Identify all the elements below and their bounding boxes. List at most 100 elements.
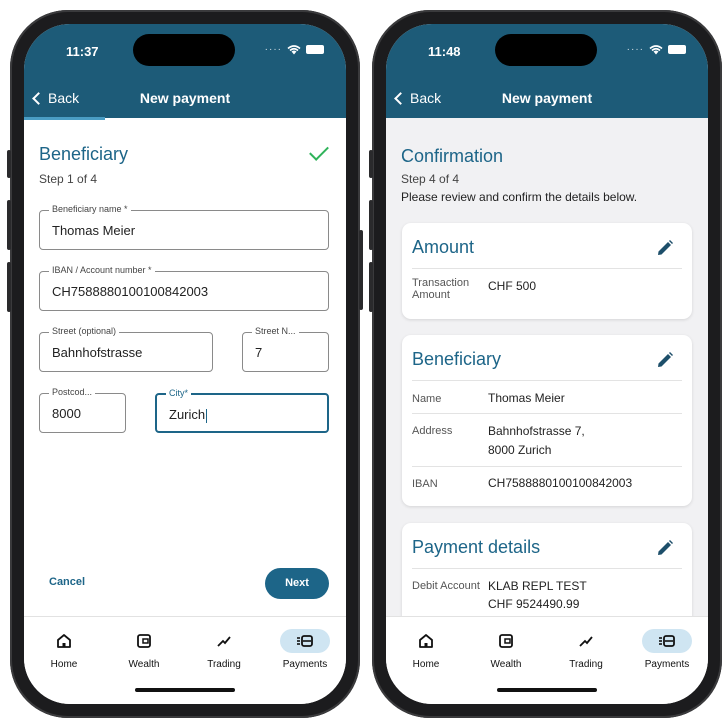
phone-left: 11:37 ···· Back New payment Beneficiary … <box>7 10 363 718</box>
tab-wealth[interactable]: Wealth <box>472 629 540 670</box>
dynamic-island <box>133 34 235 66</box>
divider <box>412 380 682 381</box>
street-label: Street (optional) <box>49 326 120 336</box>
volume-up-button <box>7 200 11 250</box>
street-number-value: 7 <box>255 345 263 360</box>
address-line-2: 8000 Zurich <box>488 443 552 457</box>
transaction-amount-label: Transaction Amount <box>412 277 470 301</box>
tab-label: Trading <box>569 659 603 670</box>
card-title: Payment details <box>412 537 541 557</box>
edit-payment-details-icon[interactable] <box>656 539 674 557</box>
name-label: Name <box>412 393 442 405</box>
dynamic-island <box>495 34 597 66</box>
payments-icon <box>642 629 692 653</box>
edit-beneficiary-icon[interactable] <box>656 351 674 369</box>
battery-icon <box>306 45 324 54</box>
tab-payments[interactable]: Payments <box>271 629 339 670</box>
app-header: 11:48 ···· Back New payment <box>386 24 708 118</box>
city-value-wrap: Zurich <box>169 407 208 423</box>
debit-account-label: Debit Account <box>412 580 480 592</box>
payments-icon <box>280 629 330 653</box>
address-line-1: Bahnhofstrasse 7, <box>488 424 585 438</box>
divider <box>412 413 682 414</box>
app-header: 11:37 ···· Back New payment <box>24 24 346 120</box>
home-indicator <box>497 688 597 692</box>
card-title: Amount <box>412 237 475 257</box>
iban-value: CH7588880100100842003 <box>52 284 209 299</box>
signal-icon: ···· <box>264 44 282 55</box>
tab-label: Payments <box>282 659 328 670</box>
volume-down-button <box>7 262 11 312</box>
step-title: Confirmation <box>401 146 504 166</box>
screen-beneficiary-step: 11:37 ···· Back New payment Beneficiary … <box>24 24 346 704</box>
card-title: Beneficiary <box>412 349 502 369</box>
street-number-label: Street N... <box>252 326 299 336</box>
tab-label: Home <box>50 659 78 670</box>
tab-wealth[interactable]: Wealth <box>110 629 178 670</box>
volume-down-button <box>369 262 373 312</box>
transaction-amount-value: CHF 500 <box>488 279 537 293</box>
divider <box>412 268 682 269</box>
tab-label: Home <box>412 659 440 670</box>
divider <box>412 466 682 467</box>
home-icon <box>39 629 89 653</box>
postcode-field[interactable]: Postcod... 8000 <box>39 387 126 433</box>
city-field[interactable]: City* Zurich <box>155 388 329 433</box>
beneficiary-name-field[interactable]: Beneficiary name * Thomas Meier <box>39 204 329 250</box>
step-progress-bar <box>24 117 105 120</box>
check-icon <box>309 141 329 161</box>
street-field[interactable]: Street (optional) Bahnhofstrasse <box>39 326 213 372</box>
status-icons: ···· <box>627 44 686 55</box>
status-icons: ···· <box>265 44 324 55</box>
beneficiary-name-value: Thomas Meier <box>52 223 136 238</box>
street-number-field[interactable]: Street N... 7 <box>242 326 329 372</box>
bottom-tab-bar: Home Wealth Trading Payments <box>386 616 708 704</box>
home-icon <box>401 629 451 653</box>
iban-label: IBAN / Account number * <box>49 265 155 275</box>
wallet-icon <box>481 629 531 653</box>
edit-amount-icon[interactable] <box>656 239 674 257</box>
page-title: New payment <box>501 90 593 106</box>
tab-label: Wealth <box>128 659 160 670</box>
mute-switch <box>369 150 373 178</box>
volume-up-button <box>369 200 373 250</box>
debit-account-name: KLAB REPL TEST <box>488 579 587 593</box>
signal-icon: ···· <box>626 44 644 55</box>
wallet-icon <box>119 629 169 653</box>
mute-switch <box>7 150 11 178</box>
text-cursor <box>206 408 208 423</box>
iban-value: CH7588880100100842003 <box>488 476 633 490</box>
beneficiary-name-label: Beneficiary name * <box>49 204 131 214</box>
city-label: City* <box>166 388 192 398</box>
status-time: 11:37 <box>66 44 99 59</box>
divider <box>412 568 682 569</box>
address-label: Address <box>412 425 453 437</box>
wifi-icon <box>649 44 663 54</box>
tab-home[interactable]: Home <box>392 629 460 670</box>
trend-icon <box>199 629 249 653</box>
screen-confirmation-step: 11:48 ···· Back New payment Confirmation… <box>386 24 708 704</box>
power-button <box>359 230 363 310</box>
tab-trading[interactable]: Trading <box>552 629 620 670</box>
phone-right: 11:48 ···· Back New payment Confirmation… <box>369 10 722 718</box>
step-title: Beneficiary <box>39 144 129 164</box>
cancel-button[interactable]: Cancel <box>49 576 85 588</box>
next-button[interactable]: Next <box>265 568 329 599</box>
city-value: Zurich <box>169 407 206 422</box>
tab-home[interactable]: Home <box>30 629 98 670</box>
bottom-tab-bar: Home Wealth Trading Payments <box>24 616 346 704</box>
step-subtitle: Step 4 of 4 <box>401 172 460 186</box>
tab-label: Trading <box>207 659 241 670</box>
step-subtitle: Step 1 of 4 <box>39 172 98 186</box>
tab-label: Payments <box>644 659 690 670</box>
amount-card: Amount Transaction Amount CHF 500 <box>402 223 692 319</box>
iban-label: IBAN <box>412 478 438 490</box>
beneficiary-card: Beneficiary Name Thomas Meier Address Ba… <box>402 335 692 506</box>
name-value: Thomas Meier <box>488 391 565 405</box>
tab-payments[interactable]: Payments <box>633 629 701 670</box>
tab-trading[interactable]: Trading <box>190 629 258 670</box>
home-indicator <box>135 688 235 692</box>
wifi-icon <box>287 44 301 54</box>
iban-field[interactable]: IBAN / Account number * CH75888801001008… <box>39 265 329 311</box>
street-value: Bahnhofstrasse <box>52 345 143 360</box>
